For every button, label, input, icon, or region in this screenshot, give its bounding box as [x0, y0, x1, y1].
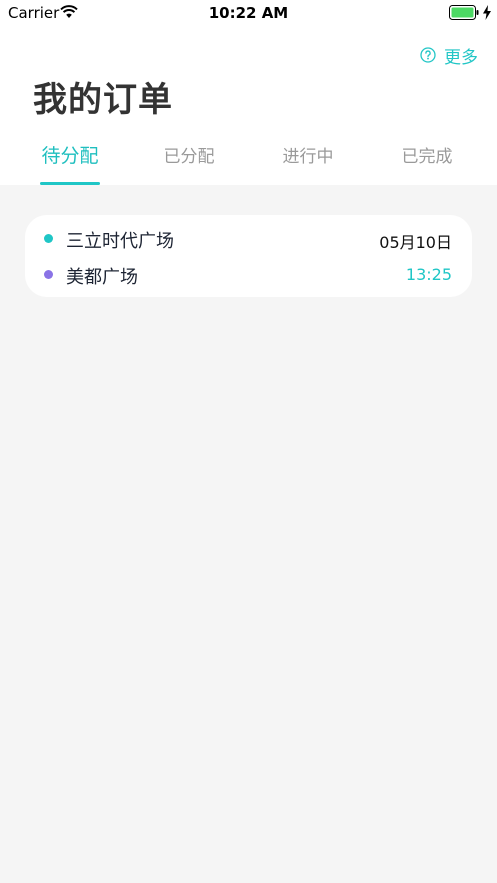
header-area: Carrier 10:22 AM 更多 我的订单 待分配 已分配 进行中 已完成: [0, 0, 497, 185]
page-title: 我的订单: [33, 80, 173, 120]
more-button[interactable]: 更多: [420, 44, 478, 68]
order-date: 05月10日: [379, 233, 452, 252]
start-location: 三立时代广场: [66, 231, 174, 252]
status-time: 10:22 AM: [208, 4, 289, 22]
charging-bolt-icon: [483, 5, 491, 20]
start-point-dot: [44, 234, 53, 243]
help-circle-icon: [420, 47, 436, 63]
order-tabs: 待分配 已分配 进行中 已完成: [0, 138, 497, 185]
tab-completed[interactable]: 已完成: [367, 142, 487, 167]
more-label: 更多: [444, 47, 478, 68]
end-point-dot: [44, 270, 53, 279]
order-card[interactable]: 三立时代广场 05月10日 美都广场 13:25: [25, 215, 472, 297]
tab-pending[interactable]: 待分配: [10, 141, 130, 168]
order-time: 13:25: [405, 265, 452, 284]
battery-icon: [449, 5, 479, 20]
end-location: 美都广场: [66, 267, 138, 288]
active-tab-indicator: [40, 182, 100, 185]
status-bar: Carrier 10:22 AM: [0, 0, 497, 26]
tab-in-progress[interactable]: 进行中: [248, 142, 368, 167]
tab-assigned[interactable]: 已分配: [129, 142, 249, 167]
